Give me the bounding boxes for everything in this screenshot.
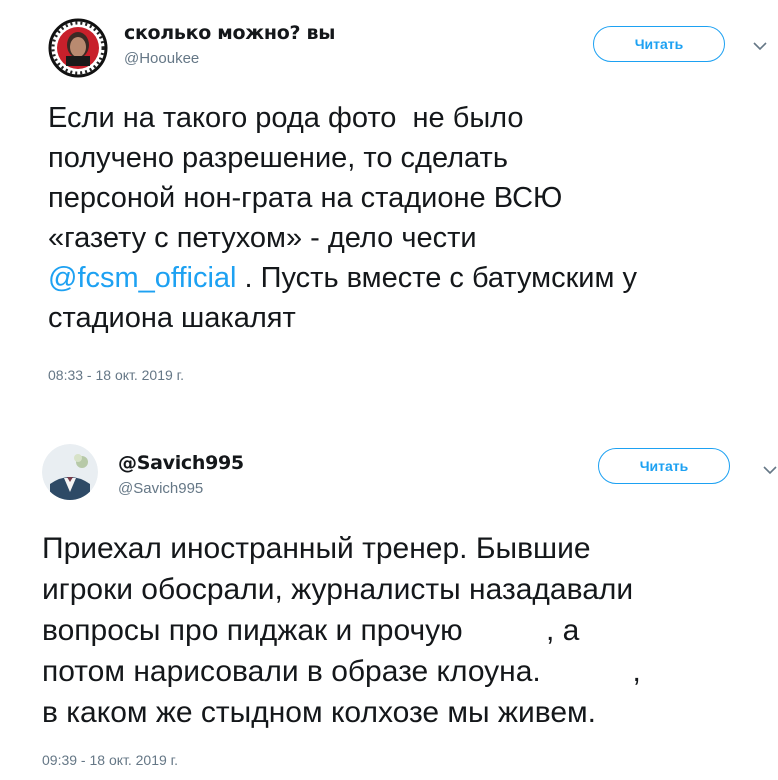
follow-button[interactable]: Читать	[593, 26, 725, 62]
avatar-image	[48, 18, 108, 78]
avatar[interactable]	[42, 444, 98, 500]
chevron-down-icon[interactable]	[752, 38, 768, 54]
display-name[interactable]: @Savich995	[118, 452, 244, 474]
display-name[interactable]: сколько можно? вы	[124, 22, 335, 44]
handle[interactable]: @Savich995	[118, 480, 203, 497]
timestamp[interactable]: 08:33 - 18 окт. 2019 г.	[48, 367, 184, 383]
follow-button[interactable]: Читать	[598, 448, 730, 484]
tweet-text: Приехал иностранный тренер. Бывшие игрок…	[42, 532, 641, 729]
avatar-image	[42, 444, 98, 500]
tweet-2: @Savich995 @Savich995 Читать Приехал ино…	[0, 410, 778, 780]
timestamp[interactable]: 09:39 - 18 окт. 2019 г.	[42, 752, 178, 768]
avatar[interactable]	[48, 18, 108, 78]
chevron-down-icon[interactable]	[762, 462, 778, 478]
handle[interactable]: @Hooukee	[124, 50, 199, 67]
tweet-1: сколько можно? вы @Hooukee Читать Если н…	[0, 0, 778, 400]
tweet-text-part: Если на такого рода фото не было получен…	[48, 102, 563, 254]
tweet-text: Если на такого рода фото не было получен…	[48, 98, 768, 338]
mention-link[interactable]: @fcsm_official	[48, 262, 236, 294]
